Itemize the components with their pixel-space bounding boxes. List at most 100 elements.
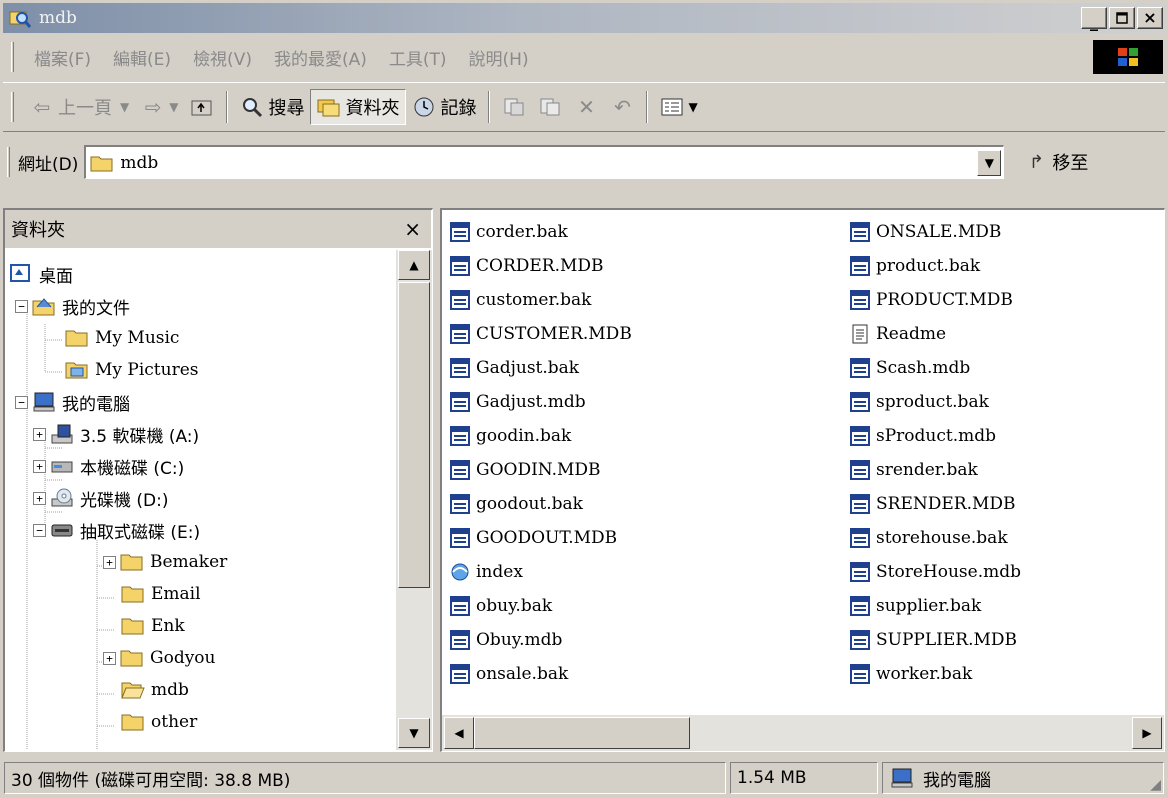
tree-item-email[interactable]: Email [121,578,201,610]
file-item[interactable]: ONSALE.MDB [850,218,1001,246]
file-item[interactable]: Obuy.mdb [450,626,562,654]
tree-item-my-documents[interactable]: − 我的文件 [15,290,130,322]
file-item[interactable]: storehouse.bak [850,524,1008,552]
file-item[interactable]: Gadjust.bak [450,354,579,382]
menu-view[interactable]: 檢視(V) [193,45,252,70]
status-location: 我的電腦 ◢ [882,762,1164,794]
tree-item-other[interactable]: other [121,706,197,738]
folders-button[interactable]: 資料夾 [310,89,407,125]
file-horizontal-scrollbar[interactable]: ◀ ▶ [442,715,1164,751]
scroll-thumb[interactable] [474,717,690,749]
collapse-toggle-icon[interactable]: − [15,395,28,409]
expand-toggle-icon[interactable]: + [33,427,46,441]
expand-toggle-icon[interactable]: + [103,555,116,569]
file-item[interactable]: worker.bak [850,660,972,688]
address-input[interactable]: mdb ▼ [84,145,1005,179]
file-item[interactable]: customer.bak [450,286,591,314]
title-bar[interactable]: mdb _ × [3,3,1165,33]
tree-item-godyou[interactable]: + Godyou [103,642,216,674]
access-db-icon [450,460,470,480]
forward-dropdown-icon[interactable]: ▼ [169,100,178,114]
go-arrow-icon: ↱ [1028,151,1044,173]
minimize-button[interactable]: _ [1081,7,1107,30]
tree-label: Email [151,584,201,604]
maximize-button[interactable] [1109,7,1135,29]
scroll-up-button[interactable]: ▲ [398,250,430,280]
tree-item-enk[interactable]: Enk [121,610,185,642]
tree-item-my-pictures[interactable]: My Pictures [65,354,199,386]
file-item[interactable]: SRENDER.MDB [850,490,1016,518]
up-folder-button[interactable] [184,91,220,123]
file-item[interactable]: product.bak [850,252,980,280]
undo-button[interactable]: ↶ [604,91,640,123]
folders-icon [317,95,341,119]
tree-item-local-disk[interactable]: + 本機磁碟 (C:) [33,450,184,482]
forward-button[interactable]: ⇨ ▼ [135,91,184,123]
close-button[interactable]: × [1137,7,1163,29]
file-item[interactable]: StoreHouse.mdb [850,558,1021,586]
resize-grip-icon[interactable]: ◢ [1150,777,1161,793]
file-item[interactable]: onsale.bak [450,660,568,688]
tree-label: Enk [151,616,185,636]
menu-file[interactable]: 檔案(F) [34,45,91,70]
back-button[interactable]: ⇦ 上一頁 ▼ [24,90,135,124]
tree-item-my-music[interactable]: My Music [65,322,179,354]
scroll-right-button[interactable]: ▶ [1132,717,1162,749]
file-item[interactable]: SUPPLIER.MDB [850,626,1017,654]
file-item[interactable]: corder.bak [450,218,568,246]
file-item[interactable]: Readme [850,320,946,348]
file-item[interactable]: CORDER.MDB [450,252,604,280]
collapse-toggle-icon[interactable]: − [33,523,46,537]
folder-icon [121,586,144,603]
address-dropdown-button[interactable]: ▼ [977,150,1002,176]
tree-item-cd-drive[interactable]: + 光碟機 (D:) [33,482,169,514]
copy-to-icon [538,95,562,119]
menu-favorites[interactable]: 我的最愛(A) [274,45,367,70]
file-item[interactable]: Scash.mdb [850,354,970,382]
expand-toggle-icon[interactable]: + [33,491,46,505]
status-bar: 30 個物件 (磁碟可用空間: 38.8 MB) 1.54 MB 我的電腦 ◢ [0,758,1168,798]
expand-toggle-icon[interactable]: + [103,651,116,665]
copy-to-button[interactable] [532,91,568,123]
file-item[interactable]: obuy.bak [450,592,552,620]
tree-item-desktop[interactable]: 桌面 [9,258,73,290]
close-pane-icon[interactable]: × [404,217,421,241]
access-db-icon [850,664,870,684]
tree-item-mdb[interactable]: mdb [121,674,189,706]
tree-item-bemaker[interactable]: + Bemaker [103,546,227,578]
file-item[interactable]: goodout.bak [450,490,583,518]
go-button[interactable]: ↱ 移至 [1024,149,1089,175]
file-item[interactable]: CUSTOMER.MDB [450,320,632,348]
tree-label: 光碟機 (D:) [80,490,169,511]
views-button[interactable]: ▼ [654,91,703,123]
tree-item-removable-disk[interactable]: − 抽取式磁碟 (E:) [33,514,200,546]
file-item[interactable]: GOODIN.MDB [450,456,601,484]
folder-vertical-scrollbar[interactable]: ▲ ▼ [396,250,432,750]
search-button[interactable]: 搜尋 [234,90,310,124]
history-button[interactable]: 記錄 [406,90,482,124]
file-item[interactable]: sproduct.bak [850,388,989,416]
file-item[interactable]: GOODOUT.MDB [450,524,617,552]
file-item[interactable]: srender.bak [850,456,978,484]
back-dropdown-icon[interactable]: ▼ [120,100,129,114]
delete-button[interactable]: ✕ [568,91,604,123]
file-item[interactable]: goodin.bak [450,422,571,450]
scroll-thumb[interactable] [398,282,430,588]
file-item[interactable]: sProduct.mdb [850,422,996,450]
expand-toggle-icon[interactable]: + [33,459,46,473]
scroll-left-button[interactable]: ◀ [444,717,474,749]
menu-help[interactable]: 說明(H) [469,45,529,70]
tree-item-my-computer[interactable]: − 我的電腦 [15,386,130,418]
views-dropdown-icon[interactable]: ▼ [688,100,697,114]
file-item[interactable]: supplier.bak [850,592,981,620]
tree-item-floppy[interactable]: + 3.5 軟碟機 (A:) [33,418,199,450]
menu-edit[interactable]: 編輯(E) [113,45,171,70]
file-item[interactable]: index [450,558,523,586]
move-to-button[interactable] [496,91,532,123]
collapse-toggle-icon[interactable]: − [15,299,28,313]
file-item[interactable]: Gadjust.mdb [450,388,586,416]
menu-tools[interactable]: 工具(T) [389,45,447,70]
file-item[interactable]: PRODUCT.MDB [850,286,1013,314]
scroll-down-button[interactable]: ▼ [398,718,430,748]
file-name: sproduct.bak [876,392,989,412]
